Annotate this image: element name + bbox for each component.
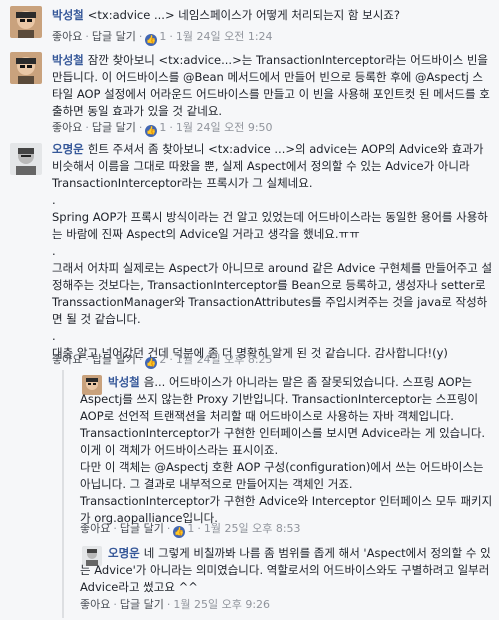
like-button[interactable]: 좋아요 [52,121,82,134]
comment-author[interactable]: 오명운 [52,142,84,156]
comment-author[interactable]: 박성철 [52,53,84,67]
avatar[interactable] [10,143,42,175]
comment-body: 박성철 음... 어드바이스가 아니라는 말은 좀 잘못되었습니다. 스프링 AO… [80,374,493,527]
comment-body: 박성철 잠깐 찾아보니 <tx:advice...>는 TransactionIn… [52,52,493,120]
comment-author[interactable]: 오명운 [108,546,140,560]
like-button[interactable]: 좋아요 [80,598,110,611]
like-count[interactable]: 2 [159,353,166,366]
comment-actions: 좋아요 · 답글 달기 · 1월 25일 오후 9:26 [80,598,271,611]
comment-actions: 좋아요 · 답글 달기 · 👍 1 · 1월 25일 오후 8:53 [80,522,301,538]
timestamp[interactable]: 1월 24일 오전 1:24 [176,30,273,43]
comment-actions: 좋아요 · 답글 달기 · 👍 1 · 1월 24일 오전 9:50 [52,121,273,137]
reply-button[interactable]: 답글 달기 [120,522,164,535]
thumbs-up-icon: 👍 [145,357,158,369]
reply-button[interactable]: 답글 달기 [92,353,136,366]
like-button[interactable]: 좋아요 [52,353,82,366]
comment-author[interactable]: 박성철 [108,375,140,389]
thumbs-up-icon: 👍 [173,526,186,538]
comment-author[interactable]: 박성철 [52,8,84,22]
like-count[interactable]: 1 [187,522,194,535]
avatar[interactable] [10,52,42,84]
thumbs-up-icon: 👍 [145,34,158,46]
reply-button[interactable]: 답글 달기 [92,30,136,43]
reply-button[interactable]: 답글 달기 [120,598,164,611]
like-count[interactable]: 1 [159,121,166,134]
like-button[interactable]: 좋아요 [52,30,82,43]
comment-body: 오명운 힌트 주셔서 좀 찾아보니 <tx:advice ...>의 advice… [52,141,493,362]
comment-text: 음... 어드바이스가 아니라는 말은 좀 잘못되었습니다. 스프링 AOP는 … [80,375,493,525]
comment-actions: 좋아요 · 답글 달기 · 👍 2 · 1월 24일 오후 8:25 [52,353,273,369]
timestamp[interactable]: 1월 25일 오후 9:26 [173,598,270,611]
comment-text: 네 그렇게 비칠까봐 나름 좀 범위를 좁게 해서 'Aspect에서 정의할 … [80,546,493,594]
thumbs-up-icon: 👍 [145,125,158,137]
comment-body: 오명운 네 그렇게 비칠까봐 나름 좀 범위를 좁게 해서 'Aspect에서 정… [80,545,493,596]
reply-thread-line [62,370,64,618]
like-count[interactable]: 1 [159,30,166,43]
avatar[interactable] [10,6,42,38]
timestamp[interactable]: 1월 24일 오전 9:50 [176,121,273,134]
like-button[interactable]: 좋아요 [80,522,110,535]
comment-text: 힌트 주셔서 좀 찾아보니 <tx:advice ...>의 advice는 A… [52,142,493,360]
comment-text: <tx:advice ...> 네임스페이스가 어떻게 처리되는지 함 보시죠? [87,8,400,22]
comment-actions: 좋아요 · 답글 달기 · 👍 1 · 1월 24일 오전 1:24 [52,30,273,46]
comment-text: 잠깐 찾아보니 <tx:advice...>는 TransactionInter… [52,53,492,118]
reply-button[interactable]: 답글 달기 [92,121,136,134]
timestamp[interactable]: 1월 24일 오후 8:25 [176,353,273,366]
timestamp[interactable]: 1월 25일 오후 8:53 [204,522,301,535]
comment-body: 박성철 <tx:advice ...> 네임스페이스가 어떻게 처리되는지 함 보… [52,7,493,24]
